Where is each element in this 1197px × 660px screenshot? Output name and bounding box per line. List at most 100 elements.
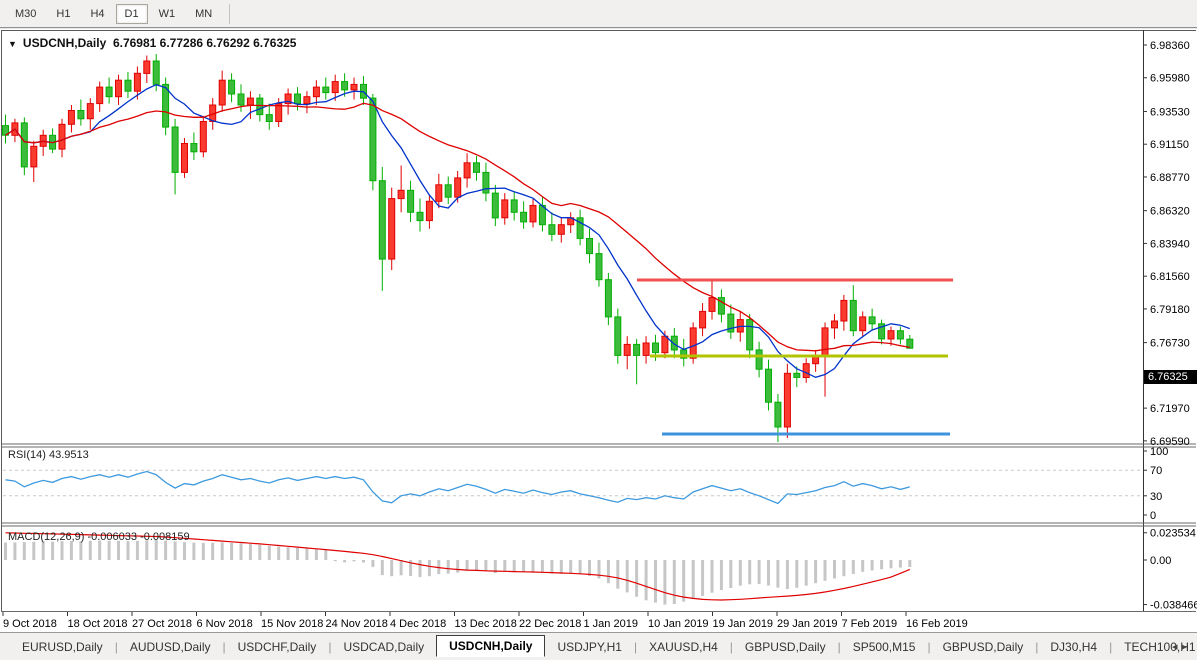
symbol-dropdown-icon[interactable]: ▼ <box>8 39 17 49</box>
macd-histogram-bar <box>201 542 205 560</box>
candle-body <box>105 86 113 98</box>
timeframe-m30-button[interactable]: M30 <box>6 4 45 24</box>
candle-body <box>783 372 791 428</box>
macd-histogram-bar <box>126 541 130 560</box>
date-axis-label: 18 Oct 2018 <box>68 618 128 630</box>
timeframe-h1-button[interactable]: H1 <box>47 4 79 24</box>
chart-ohlc-values: 6.76981 6.77286 6.76292 6.76325 <box>112 36 297 50</box>
chart-tab[interactable]: EURUSD,Daily <box>10 637 115 657</box>
candle-body <box>821 327 829 356</box>
date-axis-label: 15 Nov 2018 <box>261 618 323 630</box>
macd-histogram-bar <box>446 560 450 574</box>
price-axis-label: 6.88770 <box>1150 172 1190 184</box>
macd-histogram-bar <box>4 542 7 560</box>
candle-body <box>350 83 358 91</box>
candle-body <box>473 162 480 173</box>
current-price-tag: 6.76325 <box>1144 370 1197 385</box>
macd-histogram-bar <box>248 544 252 560</box>
price-axis-label: 6.71970 <box>1150 403 1190 415</box>
macd-histogram-bar <box>635 560 639 597</box>
timeframe-mn-button[interactable]: MN <box>186 4 221 24</box>
candle-body <box>689 327 697 359</box>
rsi-indicator-label: RSI(14) 43.9513 <box>8 449 89 461</box>
candle-body <box>454 177 462 198</box>
chart-tab[interactable]: XAUUSD,H4 <box>637 637 730 657</box>
macd-histogram-bar <box>145 540 149 560</box>
candle-body <box>124 79 132 92</box>
candle-body <box>199 121 207 153</box>
date-axis-label: 4 Dec 2018 <box>390 618 446 630</box>
candle-body <box>312 86 320 98</box>
candle-body <box>896 330 904 340</box>
macd-histogram-bar <box>522 560 526 573</box>
macd-histogram-bar <box>672 560 676 604</box>
candle-body <box>557 224 565 235</box>
macd-histogram-bar <box>390 560 394 577</box>
macd-histogram-bar <box>785 560 789 589</box>
price-axis-label: 6.83940 <box>1150 238 1190 250</box>
chart-tab[interactable]: USDCAD,Daily <box>331 637 436 657</box>
macd-histogram-bar <box>870 560 874 571</box>
macd-histogram-bar <box>258 544 262 560</box>
macd-histogram-bar <box>644 560 648 601</box>
candle-body <box>623 343 631 356</box>
macd-histogram-bar <box>41 541 45 560</box>
macd-histogram-bar <box>154 540 158 560</box>
macd-histogram-bar <box>220 542 224 560</box>
timeframe-toolbar: M30 H1 H4 D1 W1 MN <box>0 0 1197 28</box>
macd-indicator-label: MACD(12,26,9) -0.006033 -0.008159 <box>8 531 190 543</box>
candle-body <box>265 114 273 122</box>
candle-body <box>303 96 311 105</box>
candle-body <box>463 162 471 179</box>
macd-histogram-bar <box>135 540 139 560</box>
macd-histogram-bar <box>757 560 761 585</box>
macd-histogram-bar <box>842 560 846 577</box>
macd-histogram-bar <box>418 560 422 578</box>
candle-body <box>388 198 396 260</box>
macd-histogram-bar <box>616 560 620 589</box>
candle-body <box>652 342 659 354</box>
chart-window: 6.98360 6.95980 6.93530 6.91150 6.88770 6.863… <box>0 29 1197 632</box>
timeframe-h4-button[interactable]: H4 <box>81 4 113 24</box>
candle-body <box>115 79 122 98</box>
chart-tab-active[interactable]: USDCNH,Daily <box>436 634 546 657</box>
macd-histogram-bar <box>427 560 431 577</box>
macd-histogram-bar <box>701 560 705 596</box>
macd-histogram-bar <box>559 560 563 574</box>
candle-body <box>887 330 895 340</box>
tab-scroll-right-button[interactable]: ▸ <box>1181 641 1191 653</box>
candle-body <box>77 110 85 120</box>
candle-body <box>171 126 179 173</box>
candle-body <box>416 211 424 222</box>
rsi-axis-label: 100 <box>1150 446 1168 458</box>
date-axis-label: 1 Jan 2019 <box>584 618 638 630</box>
candle-body <box>322 86 330 94</box>
chart-tab[interactable]: SP500,M15 <box>841 637 928 657</box>
candle-body <box>444 184 452 198</box>
date-axis-label: 29 Jan 2019 <box>777 618 838 630</box>
price-axis-label: 6.79180 <box>1150 304 1190 316</box>
macd-histogram-bar <box>861 560 865 572</box>
candle-body <box>20 122 28 168</box>
chart-tab[interactable]: AUDUSD,Daily <box>118 637 223 657</box>
chart-tab[interactable]: USDJPY,H1 <box>545 637 633 657</box>
chart-tab[interactable]: USDCHF,Daily <box>226 637 329 657</box>
candle-body <box>369 97 377 182</box>
candle-body <box>425 200 433 222</box>
candle-body <box>190 143 198 153</box>
candle-body <box>868 316 876 325</box>
macd-histogram-bar <box>98 540 102 560</box>
macd-histogram-bar <box>79 541 83 560</box>
chart-tab[interactable]: DJ30,H4 <box>1038 637 1109 657</box>
macd-histogram-bar <box>475 560 478 571</box>
candle-body <box>510 199 518 213</box>
candle-body <box>294 93 301 105</box>
timeframe-w1-button[interactable]: W1 <box>150 4 185 24</box>
date-axis-label: 9 Oct 2018 <box>3 618 57 630</box>
candle-body <box>755 349 763 370</box>
candle-body <box>614 316 622 356</box>
chart-tab[interactable]: GBPUSD,Daily <box>733 637 838 657</box>
timeframe-d1-button[interactable]: D1 <box>115 3 148 24</box>
macd-histogram-bar <box>625 560 629 593</box>
chart-tab[interactable]: GBPUSD,Daily <box>931 637 1036 657</box>
